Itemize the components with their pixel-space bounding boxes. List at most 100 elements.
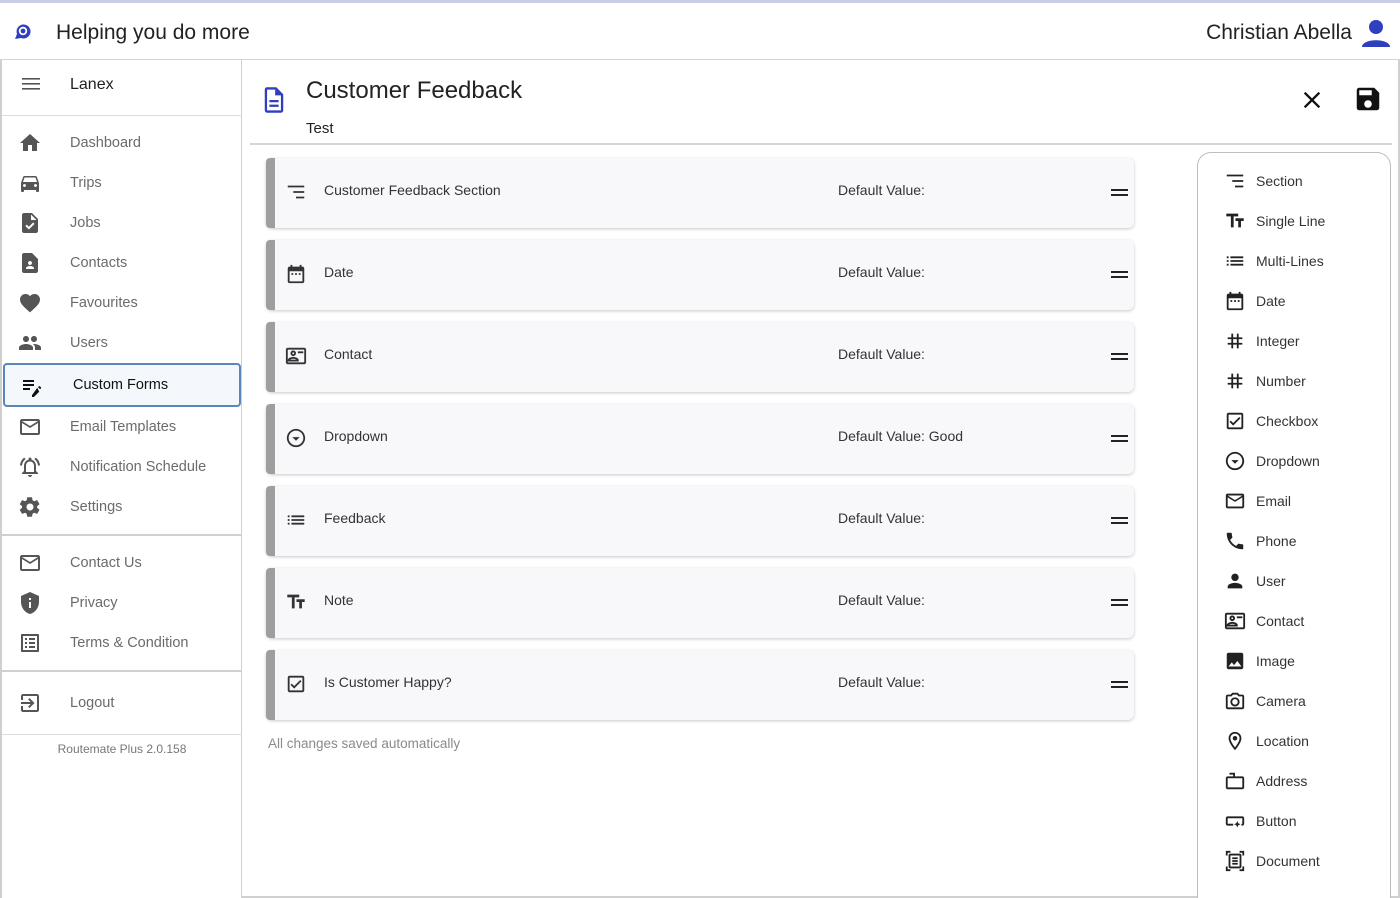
palette-item-label: Camera	[1256, 693, 1306, 709]
field-handle-bar[interactable]	[266, 240, 275, 310]
sidebar-item-settings[interactable]: Settings	[2, 487, 242, 527]
autosave-status: All changes saved automatically	[268, 736, 461, 751]
logout-icon	[21, 694, 39, 712]
calendar-icon	[287, 264, 305, 284]
palette-item-date[interactable]: Date	[1198, 284, 1390, 318]
field-handle-bar[interactable]	[266, 404, 275, 474]
document-icon	[264, 87, 284, 113]
user-avatar-icon[interactable]	[1360, 17, 1392, 49]
palette-item-integer[interactable]: Integer	[1198, 324, 1390, 358]
sidebar-item-label: Privacy	[70, 595, 118, 611]
form-field-card[interactable]: Is Customer Happy? Default Value:	[266, 650, 1134, 720]
sidebar-item-users[interactable]: Users	[2, 323, 242, 363]
palette-item-image[interactable]: Image	[1198, 644, 1390, 678]
sidebar-item-terms[interactable]: Terms & Condition	[2, 623, 242, 663]
contact-card-icon	[285, 347, 307, 365]
field-label: Customer Feedback Section	[324, 182, 501, 198]
palette-item-contact[interactable]: Contact	[1198, 604, 1390, 638]
top-bar: Helping you do more Christian Abella	[0, 0, 1400, 60]
form-field-card[interactable]: Date Default Value:	[266, 240, 1134, 310]
palette-item-user[interactable]: User	[1198, 564, 1390, 598]
sidebar-item-label: Jobs	[70, 215, 101, 231]
checkbox-icon	[287, 675, 305, 693]
palette-item-single-line[interactable]: Single Line	[1198, 204, 1390, 238]
sidebar: Lanex Dashboard Trips Jobs Contacts Favo…	[0, 60, 242, 898]
form-field-card[interactable]: Dropdown Default Value: Good	[266, 404, 1134, 474]
sidebar-item-privacy[interactable]: Privacy	[2, 583, 242, 623]
drag-handle-icon[interactable]	[1111, 353, 1128, 361]
sidebar-divider	[2, 534, 242, 536]
people-icon	[19, 336, 41, 350]
drag-handle-icon[interactable]	[1111, 599, 1128, 607]
palette-item-label: Dropdown	[1256, 453, 1320, 469]
sidebar-item-jobs[interactable]: Jobs	[2, 203, 242, 243]
drag-handle-icon[interactable]	[1111, 681, 1128, 689]
logout-button[interactable]: Logout	[2, 683, 242, 723]
drag-handle-icon[interactable]	[1111, 271, 1128, 279]
close-button[interactable]	[1298, 86, 1326, 114]
palette-item-label: Button	[1256, 813, 1297, 829]
sidebar-item-email-templates[interactable]: Email Templates	[2, 407, 242, 447]
palette-item-label: Multi-Lines	[1256, 253, 1324, 269]
user-name[interactable]: Christian Abella	[1206, 21, 1352, 45]
app-version: Routemate Plus 2.0.158	[57, 742, 187, 756]
sidebar-item-notification-schedule[interactable]: Notification Schedule	[2, 447, 242, 487]
checkbox-icon	[1226, 412, 1244, 430]
field-handle-bar[interactable]	[266, 568, 275, 638]
palette-item-button[interactable]: Button	[1198, 804, 1390, 838]
person-icon	[1227, 573, 1243, 589]
drag-handle-icon[interactable]	[1111, 189, 1128, 197]
hamburger-menu-icon[interactable]	[19, 72, 43, 96]
field-handle-bar[interactable]	[266, 158, 275, 228]
palette-item-document[interactable]: Document	[1198, 844, 1390, 878]
palette-item-number[interactable]: Number	[1198, 364, 1390, 398]
form-field-card[interactable]: Customer Feedback Section Default Value:	[266, 158, 1134, 228]
palette-item-label: Email	[1256, 493, 1292, 509]
field-label: Note	[324, 592, 354, 608]
palette-item-section[interactable]: Section	[1198, 164, 1390, 198]
palette-item-label: Single Line	[1256, 213, 1326, 229]
palette-item-checkbox[interactable]: Checkbox	[1198, 404, 1390, 438]
palette-item-multi-lines[interactable]: Multi-Lines	[1198, 244, 1390, 278]
mail-icon	[20, 419, 40, 435]
field-handle-bar[interactable]	[266, 650, 275, 720]
sidebar-item-custom-forms[interactable]: Custom Forms	[3, 363, 241, 407]
button-icon	[1225, 816, 1245, 828]
palette-item-label: Number	[1256, 373, 1306, 389]
sidebar-item-label: Contact Us	[70, 555, 142, 571]
palette-item-label: Integer	[1256, 333, 1300, 349]
contact-card-icon	[1224, 612, 1246, 630]
form-field-card[interactable]: Feedback Default Value:	[266, 486, 1134, 556]
mail-icon	[1225, 493, 1245, 509]
car-icon	[21, 176, 39, 192]
palette-item-camera[interactable]: Camera	[1198, 684, 1390, 718]
palette-item-address[interactable]: Address	[1198, 764, 1390, 798]
palette-item-dropdown[interactable]: Dropdown	[1198, 444, 1390, 478]
save-button[interactable]	[1353, 84, 1383, 114]
palette-item-location[interactable]: Location	[1198, 724, 1390, 758]
sidebar-item-contact-us[interactable]: Contact Us	[2, 543, 242, 583]
sidebar-divider	[2, 670, 242, 672]
form-field-card[interactable]: Contact Default Value:	[266, 322, 1134, 392]
field-label: Feedback	[324, 510, 386, 526]
drag-handle-icon[interactable]	[1111, 517, 1128, 525]
sidebar-item-favourites[interactable]: Favourites	[2, 283, 242, 323]
alarm-icon	[20, 457, 40, 477]
sidebar-item-dashboard[interactable]: Dashboard	[2, 123, 242, 163]
field-handle-bar[interactable]	[266, 322, 275, 392]
palette-item-label: Address	[1256, 773, 1308, 789]
palette-item-phone[interactable]: Phone	[1198, 524, 1390, 558]
document-scan-icon	[1225, 850, 1245, 872]
palette-item-email[interactable]: Email	[1198, 484, 1390, 518]
calendar-icon	[1226, 291, 1244, 311]
sidebar-item-contacts[interactable]: Contacts	[2, 243, 242, 283]
form-subtitle: Test	[306, 120, 334, 137]
sidebar-item-trips[interactable]: Trips	[2, 163, 242, 203]
edit-list-icon	[23, 380, 42, 397]
form-field-card[interactable]: Note Default Value:	[266, 568, 1134, 638]
contact-file-icon	[22, 253, 38, 273]
text-size-icon	[287, 594, 305, 609]
drag-handle-icon[interactable]	[1111, 435, 1128, 443]
sidebar-item-label: Settings	[70, 499, 123, 515]
field-handle-bar[interactable]	[266, 486, 275, 556]
